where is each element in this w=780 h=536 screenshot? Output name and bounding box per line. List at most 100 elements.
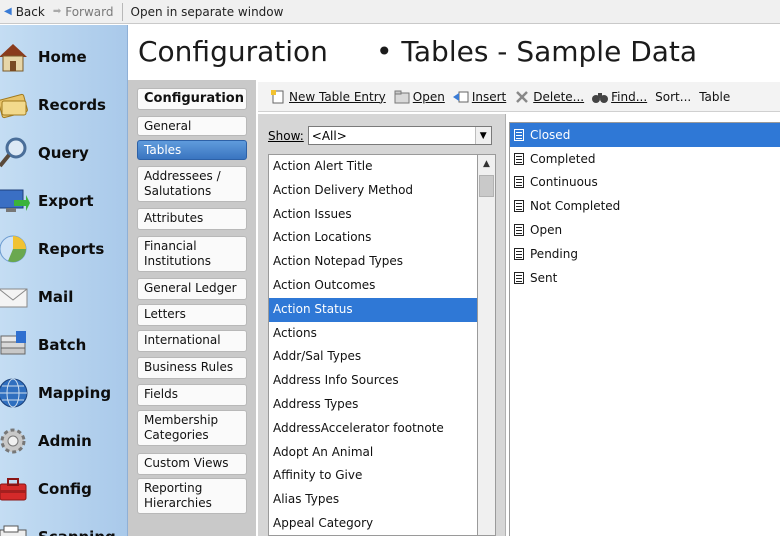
open-label: Open: [412, 89, 445, 104]
open-separate-window-button[interactable]: Open in separate window: [127, 1, 288, 23]
list-item[interactable]: Action Notepad Types: [269, 250, 477, 274]
sidebar-item-scanning[interactable]: Scanning: [0, 517, 128, 536]
delete-button[interactable]: Delete...: [510, 85, 588, 109]
sidebar-item-records[interactable]: Records: [0, 85, 128, 125]
category-membership-categories[interactable]: Membership Categories: [137, 410, 247, 446]
document-icon: [514, 271, 524, 284]
reports-icon: [0, 230, 32, 268]
open-button[interactable]: Open: [390, 85, 449, 109]
sidebar-item-label: Records: [38, 96, 106, 114]
category-tables[interactable]: Tables: [137, 140, 247, 160]
value-item[interactable]: Open: [510, 218, 780, 242]
document-icon: [514, 176, 524, 189]
sidebar-item-mapping[interactable]: Mapping: [0, 373, 128, 413]
list-item[interactable]: Address Types: [269, 393, 477, 417]
list-item[interactable]: Actions: [269, 322, 477, 346]
scanning-icon: [0, 518, 32, 536]
value-label: Open: [530, 223, 563, 238]
sidebar-item-label: Mapping: [38, 384, 112, 402]
table-list[interactable]: Action Alert Title Action Delivery Metho…: [268, 154, 478, 536]
category-reporting-hierarchies[interactable]: Reporting Hierarchies: [137, 478, 247, 514]
list-item[interactable]: Appeal Category: [269, 512, 477, 535]
category-international[interactable]: International: [137, 330, 247, 352]
open-icon: [394, 90, 410, 104]
sidebar-item-mail[interactable]: Mail: [0, 277, 128, 317]
sidebar-item-label: Batch: [38, 336, 87, 354]
scroll-up-icon[interactable]: ▲: [478, 155, 495, 173]
list-item[interactable]: Action Locations: [269, 226, 477, 250]
sidebar-item-query[interactable]: Query: [0, 133, 128, 173]
sort-button[interactable]: Sort...: [651, 85, 695, 109]
divider: [121, 2, 123, 21]
list-item[interactable]: Action Delivery Method: [269, 179, 477, 203]
show-label: Show:: [268, 128, 304, 143]
forward-label: Forward: [65, 4, 114, 19]
category-business-rules[interactable]: Business Rules: [137, 357, 247, 379]
value-item[interactable]: Sent: [510, 266, 780, 290]
value-item-selected[interactable]: Closed: [510, 123, 780, 147]
table-list-pane: Show: <All> ▼ Action Alert Title Action …: [258, 114, 506, 536]
category-addressees-salutations[interactable]: Addressees / Salutations: [137, 166, 247, 202]
category-letters[interactable]: Letters: [137, 304, 247, 326]
sidebar-item-reports[interactable]: Reports: [0, 229, 128, 269]
category-attributes[interactable]: Attributes: [137, 208, 247, 230]
list-item[interactable]: Addr/Sal Types: [269, 345, 477, 369]
show-filter-dropdown[interactable]: <All> ▼: [307, 126, 492, 145]
list-item[interactable]: Action Alert Title: [269, 155, 477, 179]
find-button[interactable]: Find...: [588, 85, 651, 109]
category-custom-views[interactable]: Custom Views: [137, 453, 247, 475]
chevron-down-icon[interactable]: ▼: [474, 127, 491, 144]
configuration-category-panel: Configuration General Tables Addressees …: [128, 80, 256, 536]
value-item[interactable]: Completed: [510, 147, 780, 171]
document-icon: [514, 224, 524, 237]
list-item[interactable]: Alias Types: [269, 488, 477, 512]
table-button[interactable]: Table: [695, 85, 734, 109]
sidebar-item-batch[interactable]: Batch: [0, 325, 128, 365]
list-item[interactable]: Action Issues: [269, 203, 477, 227]
list-item[interactable]: Adopt An Animal: [269, 441, 477, 465]
table-values-pane: Closed Completed Continuous Not Complete…: [509, 122, 780, 536]
insert-icon: [452, 90, 469, 104]
list-item[interactable]: AddressAccelerator footnote: [269, 417, 477, 441]
show-filter-row: Show: <All> ▼: [268, 126, 492, 145]
binoculars-icon: [592, 90, 609, 104]
sidebar-item-label: Mail: [38, 288, 74, 306]
value-item[interactable]: Pending: [510, 242, 780, 266]
sidebar-item-home[interactable]: Home: [0, 37, 128, 77]
table-list-scrollbar[interactable]: ▲: [478, 154, 496, 536]
category-fields[interactable]: Fields: [137, 384, 247, 406]
forward-button[interactable]: ➡ Forward: [49, 1, 118, 23]
sidebar-item-label: Export: [38, 192, 94, 210]
value-item[interactable]: Continuous: [510, 171, 780, 195]
list-item[interactable]: Affinity to Give: [269, 464, 477, 488]
value-item[interactable]: Not Completed: [510, 194, 780, 218]
category-general-ledger[interactable]: General Ledger: [137, 278, 247, 300]
category-financial-institutions[interactable]: Financial Institutions: [137, 236, 247, 272]
sidebar-item-admin[interactable]: Admin: [0, 421, 128, 461]
sidebar-item-label: Config: [38, 480, 92, 498]
table-label: Table: [699, 89, 731, 104]
list-item[interactable]: Action Outcomes: [269, 274, 477, 298]
sidebar-item-export[interactable]: Export: [0, 181, 128, 221]
scrollbar-thumb[interactable]: [479, 175, 494, 197]
mail-icon: [0, 278, 32, 316]
sidebar-item-label: Query: [38, 144, 89, 162]
back-button[interactable]: ◀ Back: [0, 1, 49, 23]
category-heading: Configuration: [137, 88, 247, 110]
delete-icon: [514, 90, 530, 104]
document-icon: [514, 152, 524, 165]
config-icon: [0, 470, 32, 508]
document-icon: [514, 128, 524, 141]
new-table-entry-button[interactable]: New Table Entry: [266, 85, 390, 109]
mapping-icon: [0, 374, 32, 412]
home-icon: [0, 38, 32, 76]
page-subtitle: • Tables - Sample Data: [376, 35, 698, 68]
sidebar-item-label: Scanning: [38, 528, 116, 536]
value-label: Sent: [530, 270, 558, 285]
list-item-selected[interactable]: Action Status: [269, 297, 477, 322]
sidebar-item-config[interactable]: Config: [0, 469, 128, 509]
list-item[interactable]: Address Info Sources: [269, 369, 477, 393]
category-general[interactable]: General: [137, 116, 247, 136]
insert-button[interactable]: Insert: [449, 85, 510, 109]
value-label: Continuous: [530, 175, 598, 190]
